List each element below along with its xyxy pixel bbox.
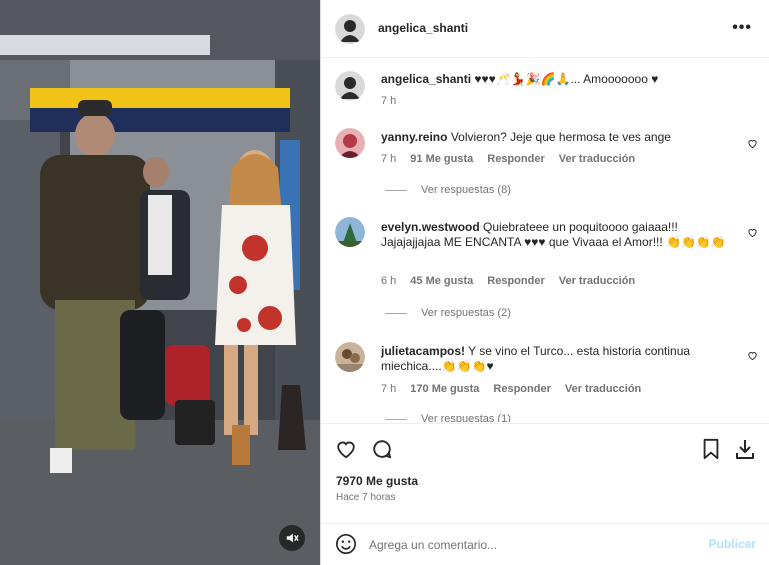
view-replies-button[interactable]: Ver respuestas (8) <box>385 184 511 196</box>
comment-meta: 7 h 91 Me gusta Responder Ver traducción <box>381 153 635 165</box>
commenter-avatar[interactable] <box>335 342 365 372</box>
view-replies-label: Ver respuestas (8) <box>421 184 511 196</box>
publish-button[interactable]: Publicar <box>709 537 756 551</box>
post-age: Hace 7 horas <box>336 492 396 503</box>
replies-divider <box>385 312 407 314</box>
comment-likes[interactable]: 170 Me gusta <box>410 383 479 395</box>
view-replies-label: Ver respuestas (1) <box>421 413 511 422</box>
comment-heart-icon[interactable] <box>747 227 758 241</box>
caption-username[interactable]: angelica_shanti <box>381 72 471 86</box>
caption-time: 7 h <box>381 95 397 107</box>
comment-time: 7 h <box>381 153 397 165</box>
comment-heart-icon[interactable] <box>747 350 758 364</box>
video-frame <box>0 0 320 565</box>
bookmark-icon[interactable] <box>701 438 721 463</box>
comment-body: julietacampos! Y se vino el Turco... est… <box>381 344 736 374</box>
post-video[interactable] <box>0 0 320 565</box>
download-icon[interactable] <box>735 438 755 463</box>
view-replies-button[interactable]: Ver respuestas (1) <box>385 413 511 422</box>
reply-button[interactable]: Responder <box>487 153 544 165</box>
more-options-icon[interactable]: ••• <box>732 19 752 37</box>
author-avatar[interactable] <box>335 14 365 44</box>
emoji-icon[interactable] <box>335 533 357 558</box>
author-username[interactable]: angelica_shanti <box>378 21 468 35</box>
comment-username[interactable]: yanny.reino <box>381 130 447 144</box>
comment-meta: 6 h 45 Me gusta Responder Ver traducción <box>381 275 635 287</box>
comment-text: Volvieron? Jeje que hermosa te ves ange <box>450 130 671 144</box>
comment-likes[interactable]: 91 Me gusta <box>410 153 473 165</box>
comment-heart-icon[interactable] <box>747 138 758 152</box>
reply-button[interactable]: Responder <box>493 383 550 395</box>
reply-button[interactable]: Responder <box>487 275 544 287</box>
comment-body: yanny.reino Volvieron? Jeje que hermosa … <box>381 130 736 145</box>
post-header: angelica_shanti ••• <box>321 0 769 58</box>
post-details-panel: angelica_shanti ••• angelica_shanti ♥♥♥🥂… <box>320 0 769 565</box>
translate-button[interactable]: Ver traducción <box>565 383 641 395</box>
comment-input[interactable] <box>369 534 689 556</box>
translate-button[interactable]: Ver traducción <box>559 275 635 287</box>
comment-username[interactable]: evelyn.westwood <box>381 220 480 234</box>
likes-count[interactable]: 7970 Me gusta <box>336 474 418 488</box>
comment-composer: Publicar <box>321 523 769 565</box>
comment-meta: 7 h 170 Me gusta Responder Ver traducció… <box>381 383 641 395</box>
comment-body: evelyn.westwood Quiebrateee un poquitooo… <box>381 220 736 250</box>
replies-divider <box>385 189 407 191</box>
view-replies-button[interactable]: Ver respuestas (2) <box>385 307 511 319</box>
post-caption: angelica_shanti ♥♥♥🥂💃🎉🌈🙏... Amooooooo ♥ <box>381 72 751 87</box>
caption-text: ♥♥♥🥂💃🎉🌈🙏... Amooooooo ♥ <box>474 72 659 86</box>
comment-username[interactable]: julietacampos! <box>381 344 465 358</box>
mute-icon <box>286 533 299 543</box>
post-actions: 7970 Me gusta Hace 7 horas <box>321 423 769 523</box>
instagram-post-modal: angelica_shanti ••• angelica_shanti ♥♥♥🥂… <box>0 0 769 565</box>
commenter-avatar[interactable] <box>335 128 365 158</box>
view-replies-label: Ver respuestas (2) <box>421 307 511 319</box>
caption-avatar[interactable] <box>335 71 365 101</box>
comment-icon[interactable] <box>371 438 393 463</box>
replies-divider <box>385 418 407 420</box>
comment-time: 7 h <box>381 383 397 395</box>
comment-likes[interactable]: 45 Me gusta <box>410 275 473 287</box>
heart-icon[interactable] <box>335 438 357 463</box>
commenter-avatar[interactable] <box>335 217 365 247</box>
translate-button[interactable]: Ver traducción <box>559 153 635 165</box>
comment-time: 6 h <box>381 275 397 287</box>
mute-button[interactable] <box>279 525 305 551</box>
comments-list[interactable]: angelica_shanti ♥♥♥🥂💃🎉🌈🙏... Amooooooo ♥ … <box>321 59 769 422</box>
